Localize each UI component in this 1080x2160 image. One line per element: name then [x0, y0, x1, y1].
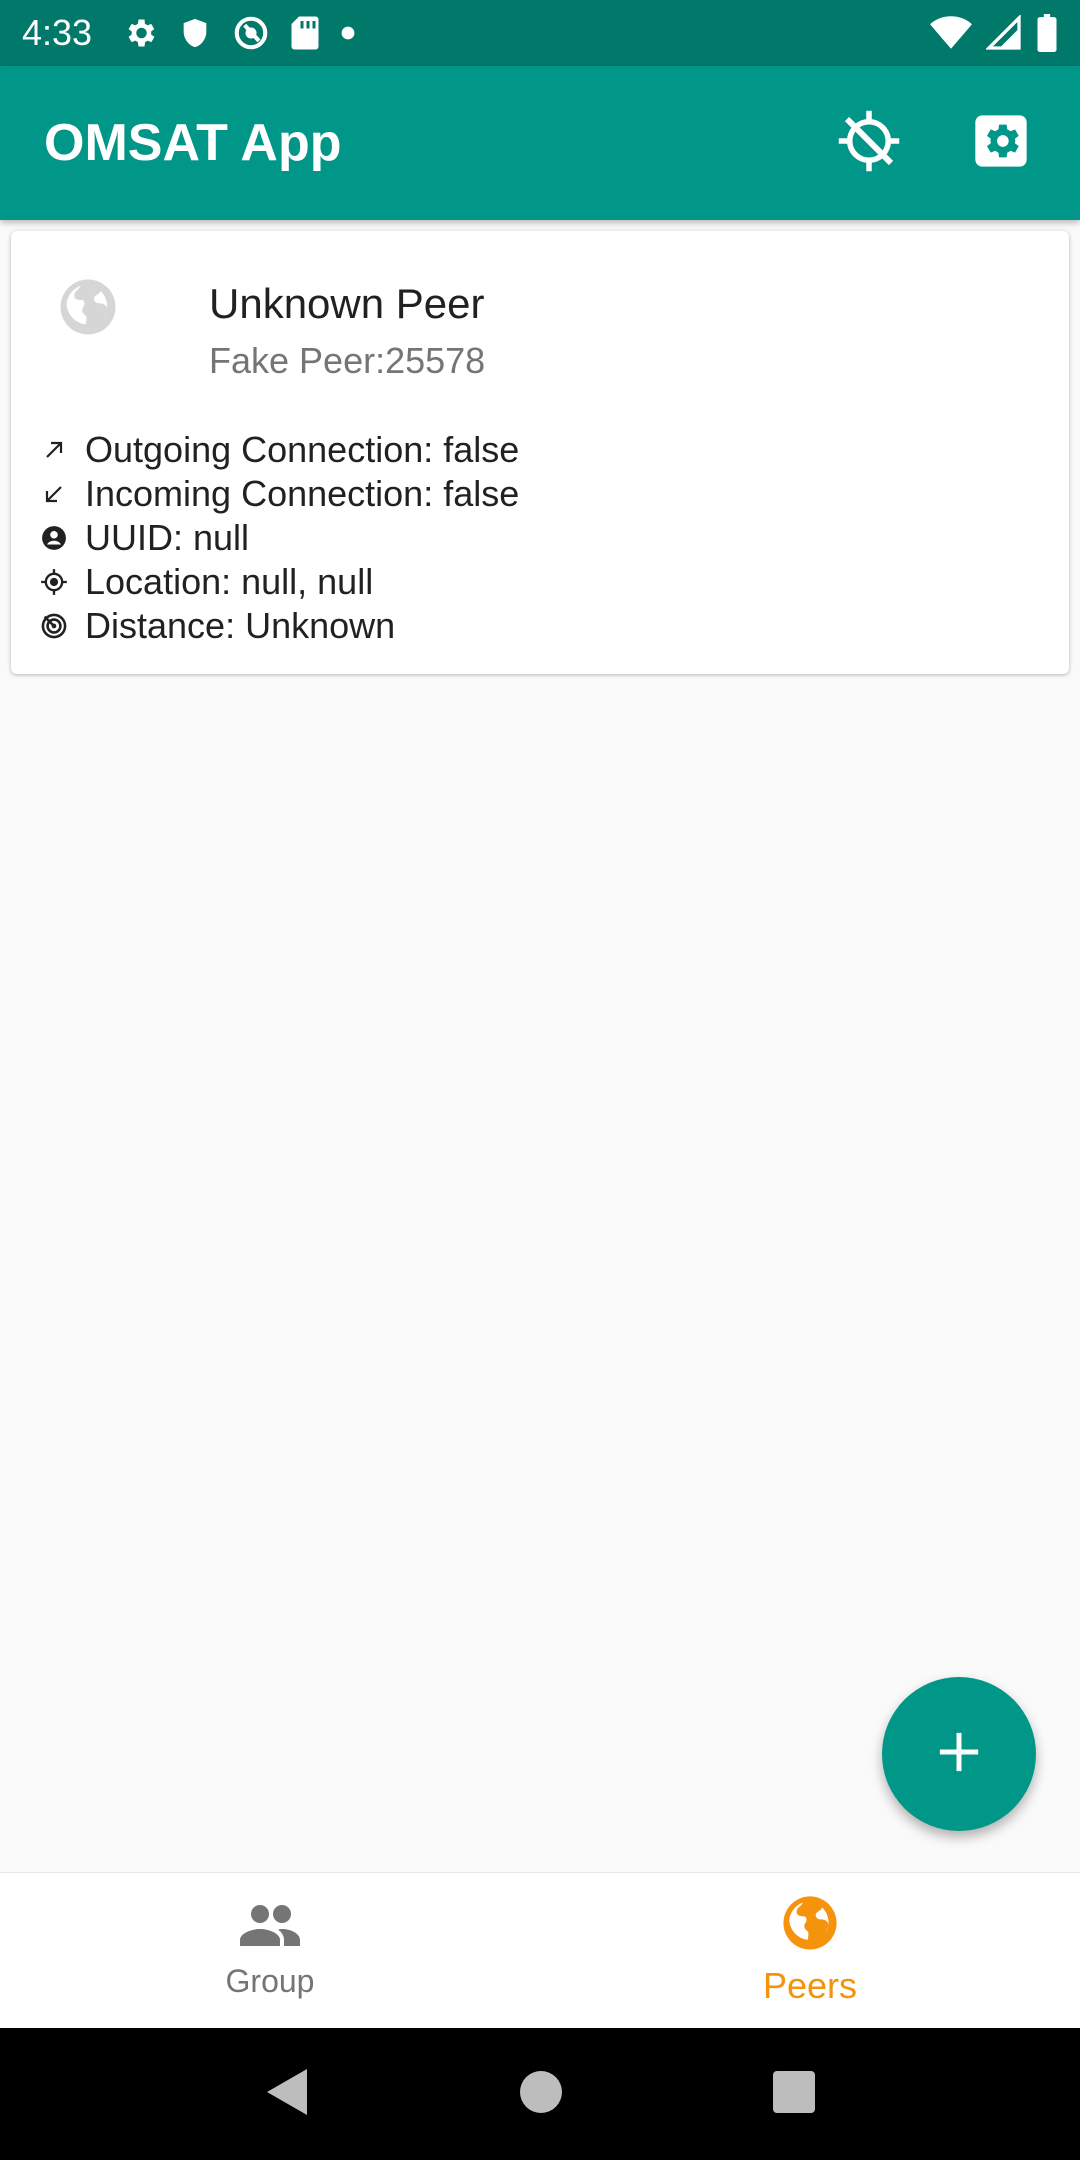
shield-icon	[178, 15, 212, 51]
nav-label-group: Group	[225, 1962, 315, 1999]
back-triangle-icon	[265, 2068, 309, 2121]
settings-icon	[973, 113, 1029, 174]
wifi-icon	[930, 15, 972, 51]
detail-uuid: UUID: null	[36, 516, 519, 560]
location-disabled-icon	[836, 108, 902, 179]
location-target-icon	[36, 564, 72, 600]
globe-icon	[781, 1894, 839, 1957]
add-peer-button[interactable]	[882, 1677, 1036, 1831]
detail-text: Distance: Unknown	[85, 605, 396, 646]
sd-card-icon	[290, 15, 320, 51]
plus-icon	[936, 1729, 982, 1780]
detail-distance: Distance: Unknown	[36, 604, 519, 648]
sync-blocked-icon	[232, 14, 270, 52]
settings-button[interactable]	[966, 108, 1036, 178]
system-nav-bar	[0, 2028, 1080, 2160]
status-time: 4:33	[22, 12, 93, 53]
battery-icon	[1036, 14, 1058, 52]
detail-outgoing-connection: Outgoing Connection: false	[36, 428, 519, 472]
arrow-incoming-icon	[36, 476, 72, 512]
app-bar: OMSAT App	[0, 66, 1080, 220]
group-icon	[238, 1902, 302, 1955]
recents-button[interactable]	[773, 2070, 815, 2118]
detail-text: Outgoing Connection: false	[85, 429, 520, 470]
detail-text: UUID: null	[85, 517, 250, 558]
detail-incoming-connection: Incoming Connection: false	[36, 472, 519, 516]
peer-details: Outgoing Connection: false Incoming Conn…	[36, 428, 519, 648]
home-circle-icon	[519, 2070, 563, 2118]
account-circle-icon	[36, 520, 72, 556]
signal-icon	[986, 15, 1022, 51]
detail-location: Location: null, null	[36, 560, 519, 604]
detail-text: Location: null, null	[85, 561, 374, 602]
recents-square-icon	[773, 2070, 815, 2117]
back-button[interactable]	[265, 2067, 309, 2122]
location-disabled-button[interactable]	[834, 108, 904, 178]
detail-text: Incoming Connection: false	[85, 473, 520, 514]
peer-subtitle: Fake Peer:25578	[209, 340, 486, 381]
gear-icon	[122, 15, 158, 51]
nav-label-peers: Peers	[762, 1965, 858, 2006]
peer-name: Unknown Peer	[209, 280, 485, 327]
home-button[interactable]	[519, 2070, 563, 2119]
status-bar: 4:33	[0, 0, 1080, 66]
nav-item-peers[interactable]: Peers	[540, 1873, 1080, 2028]
bottom-nav: Group Peers	[0, 1872, 1080, 2028]
globe-icon	[58, 277, 118, 342]
dot-icon	[340, 25, 356, 41]
nav-item-group[interactable]: Group	[0, 1873, 540, 2028]
arrow-outgoing-icon	[36, 432, 72, 468]
app-title: OMSAT App	[44, 114, 342, 172]
distance-radar-icon	[36, 608, 72, 644]
